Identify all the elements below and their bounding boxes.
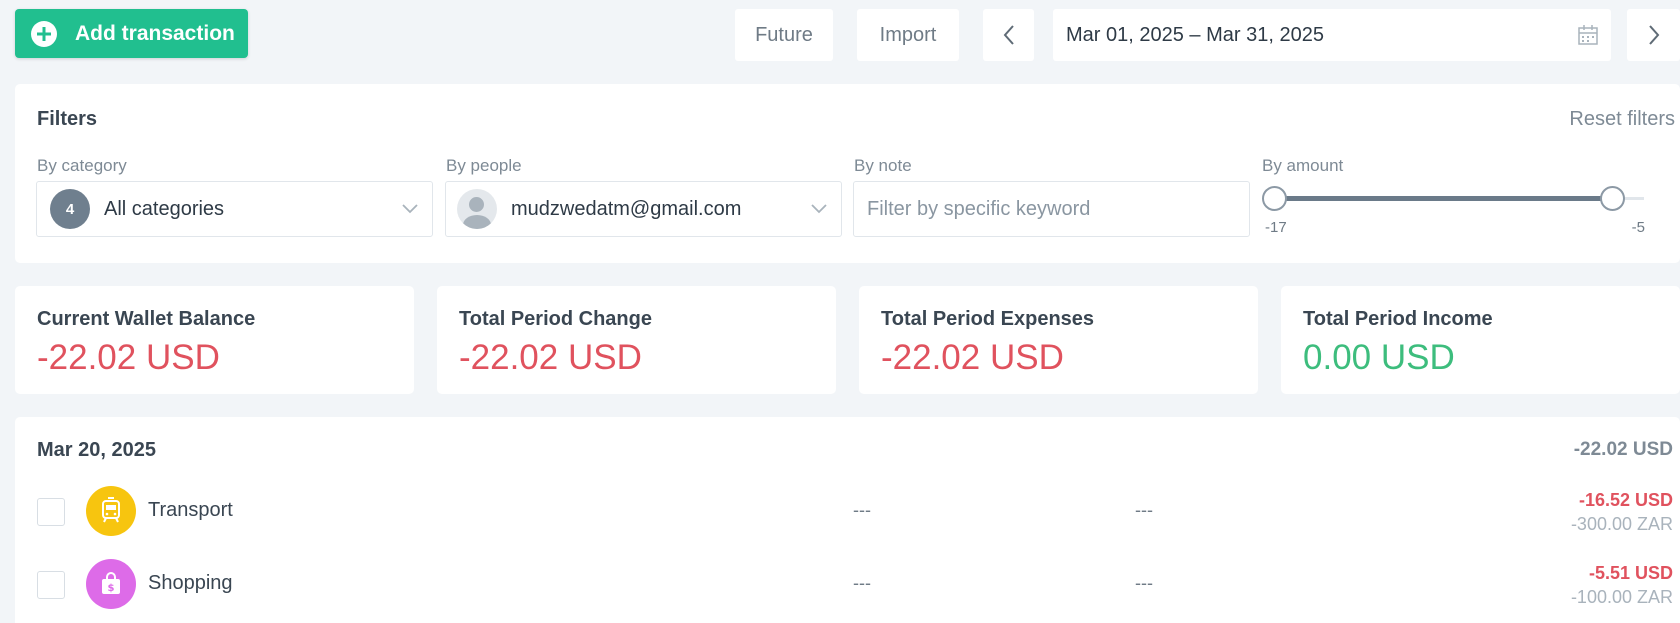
period-income-card: Total Period Income 0.00 USD	[1281, 286, 1680, 394]
amount-filter-label: By amount	[1262, 156, 1344, 175]
people-filter-select[interactable]: mudzwedatm@gmail.com	[445, 181, 842, 237]
note-cell: ---	[853, 500, 871, 520]
category-name: Transport	[148, 499, 233, 521]
amount-original: -100.00 ZAR	[1570, 587, 1673, 607]
people-filter-label: By people	[446, 156, 522, 175]
chevron-down-icon	[402, 204, 418, 214]
category-filter-value: All categories	[104, 197, 225, 220]
tram-icon	[86, 486, 136, 536]
people-cell: ---	[1135, 573, 1153, 593]
avatar	[457, 189, 497, 229]
chevron-right-icon	[1648, 25, 1659, 45]
category-count-badge: 4	[50, 189, 90, 229]
card-value: -22.02 USD	[37, 338, 220, 377]
amount-min-value: -17	[1265, 219, 1287, 236]
future-button[interactable]: Future	[735, 9, 833, 61]
amount-cell: -5.51 USD -100.00 ZAR	[1571, 563, 1673, 608]
transaction-date-header: Mar 20, 2025	[37, 439, 156, 461]
row-checkbox[interactable]	[37, 571, 65, 599]
chevron-left-icon	[1003, 25, 1014, 45]
slider-min-handle[interactable]	[1262, 186, 1287, 211]
add-transaction-button[interactable]: Add transaction	[15, 9, 248, 58]
add-transaction-label: Add transaction	[75, 21, 235, 45]
date-range-text: Mar 01, 2025 – Mar 31, 2025	[1066, 23, 1324, 46]
calendar-icon	[1578, 25, 1598, 45]
slider-fill	[1274, 196, 1611, 201]
previous-period-button[interactable]	[983, 9, 1034, 61]
date-range-picker[interactable]: Mar 01, 2025 – Mar 31, 2025	[1053, 9, 1611, 61]
note-filter-label: By note	[854, 156, 912, 175]
people-filter-value: mudzwedatm@gmail.com	[511, 197, 742, 220]
next-period-button[interactable]	[1627, 9, 1680, 61]
category-name: Shopping	[148, 572, 233, 594]
amount-range-slider[interactable]: -17 -5	[1262, 184, 1647, 244]
amount-max-value: -5	[1631, 219, 1645, 236]
people-cell: ---	[1135, 500, 1153, 520]
amount-cell: -16.52 USD -300.00 ZAR	[1571, 490, 1673, 535]
filters-title: Filters	[37, 108, 98, 130]
transactions-list: Mar 20, 2025 -22.02 USD Transport --- --…	[15, 417, 1680, 623]
shopping-bag-icon: $	[86, 559, 136, 609]
import-button[interactable]: Import	[857, 9, 959, 61]
card-title: Total Period Change	[459, 308, 652, 330]
slider-max-handle[interactable]	[1600, 186, 1625, 211]
filters-panel: Filters Reset filters By category 4 All …	[15, 84, 1680, 263]
card-value: -22.02 USD	[881, 338, 1064, 377]
amount-original: -300.00 ZAR	[1570, 514, 1673, 534]
card-value: 0.00 USD	[1303, 338, 1455, 377]
note-filter-input[interactable]: Filter by specific keyword	[853, 181, 1250, 237]
card-title: Total Period Expenses	[881, 308, 1095, 330]
table-row[interactable]: $ Shopping --- --- -5.51 USD -100.00 ZAR	[15, 555, 1680, 619]
category-filter-select[interactable]: 4 All categories	[36, 181, 433, 237]
note-cell: ---	[853, 573, 871, 593]
period-expenses-card: Total Period Expenses -22.02 USD	[859, 286, 1258, 394]
plus-icon	[31, 20, 57, 47]
period-change-card: Total Period Change -22.02 USD	[437, 286, 836, 394]
table-row[interactable]: Transport --- --- -16.52 USD -300.00 ZAR	[15, 482, 1680, 546]
transaction-day-total: -22.02 USD	[1573, 439, 1673, 460]
reset-filters-link[interactable]: Reset filters	[1569, 108, 1675, 131]
card-title: Current Wallet Balance	[37, 308, 256, 330]
chevron-down-icon	[811, 204, 827, 214]
amount-usd: -5.51 USD	[1588, 563, 1673, 583]
category-filter-label: By category	[37, 156, 127, 175]
note-filter-placeholder: Filter by specific keyword	[867, 197, 1091, 220]
amount-usd: -16.52 USD	[1578, 490, 1673, 510]
wallet-balance-card: Current Wallet Balance -22.02 USD	[15, 286, 414, 394]
top-toolbar: Add transaction Future Import Mar 01, 20…	[0, 0, 1680, 70]
card-title: Total Period Income	[1303, 308, 1493, 330]
row-checkbox[interactable]	[37, 498, 65, 526]
svg-text:$: $	[108, 583, 115, 594]
card-value: -22.02 USD	[459, 338, 642, 377]
